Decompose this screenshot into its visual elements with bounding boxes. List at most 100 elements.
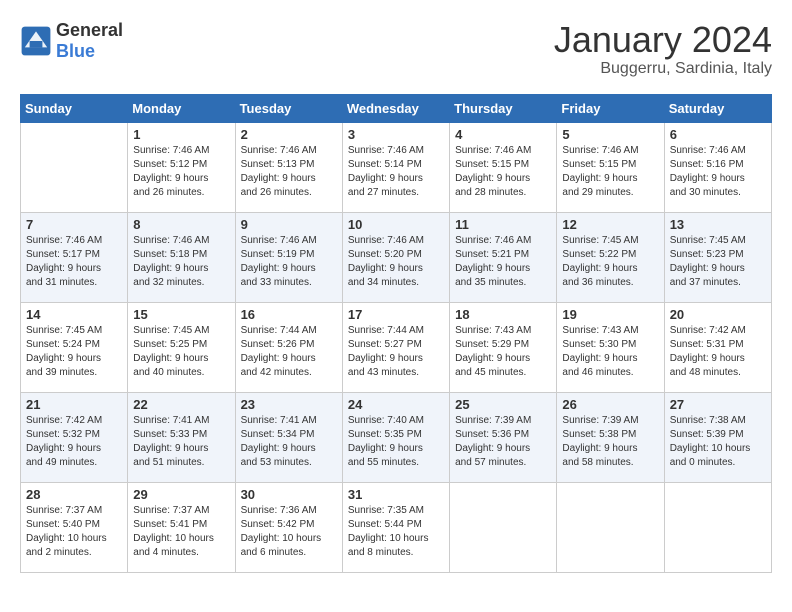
calendar-week-row: 21Sunrise: 7:42 AM Sunset: 5:32 PM Dayli… xyxy=(21,392,772,482)
day-info: Sunrise: 7:39 AM Sunset: 5:38 PM Dayligh… xyxy=(562,414,658,470)
day-info: Sunrise: 7:45 AM Sunset: 5:23 PM Dayligh… xyxy=(670,234,766,290)
day-info: Sunrise: 7:45 AM Sunset: 5:25 PM Dayligh… xyxy=(133,324,229,380)
calendar-cell xyxy=(664,482,771,572)
calendar-cell: 21Sunrise: 7:42 AM Sunset: 5:32 PM Dayli… xyxy=(21,392,128,482)
day-number: 11 xyxy=(455,217,551,232)
logo: General Blue xyxy=(20,20,123,62)
calendar-cell: 13Sunrise: 7:45 AM Sunset: 5:23 PM Dayli… xyxy=(664,212,771,302)
day-number: 6 xyxy=(670,127,766,142)
calendar-cell: 24Sunrise: 7:40 AM Sunset: 5:35 PM Dayli… xyxy=(342,392,449,482)
calendar-title: January 2024 xyxy=(554,20,772,60)
weekday-header-row: SundayMondayTuesdayWednesdayThursdayFrid… xyxy=(21,94,772,122)
day-info: Sunrise: 7:46 AM Sunset: 5:14 PM Dayligh… xyxy=(348,144,444,200)
calendar-cell xyxy=(450,482,557,572)
day-number: 18 xyxy=(455,307,551,322)
day-info: Sunrise: 7:46 AM Sunset: 5:15 PM Dayligh… xyxy=(562,144,658,200)
day-number: 17 xyxy=(348,307,444,322)
calendar-week-row: 28Sunrise: 7:37 AM Sunset: 5:40 PM Dayli… xyxy=(21,482,772,572)
calendar-cell: 30 Sunrise: 7:36 AM Sunset: 5:42 PM Dayli… xyxy=(235,482,342,572)
calendar-cell: 28Sunrise: 7:37 AM Sunset: 5:40 PM Dayli… xyxy=(21,482,128,572)
calendar-cell xyxy=(557,482,664,572)
calendar-cell: 12 Sunrise: 7:45 AM Sunset: 5:22 PM Dayli… xyxy=(557,212,664,302)
calendar-cell: 10 Sunrise: 7:46 AM Sunset: 5:20 PM Dayli… xyxy=(342,212,449,302)
day-number: 27 xyxy=(670,397,766,412)
calendar-cell: 14 Sunrise: 7:45 AM Sunset: 5:24 PM Dayli… xyxy=(21,302,128,392)
day-number: 3 xyxy=(348,127,444,142)
day-info: Sunrise: 7:46 AM Sunset: 5:16 PM Dayligh… xyxy=(670,144,766,200)
day-number: 31 xyxy=(348,487,444,502)
day-info: Sunrise: 7:38 AM Sunset: 5:39 PM Dayligh… xyxy=(670,414,766,470)
day-number: 20 xyxy=(670,307,766,322)
weekday-header-monday: Monday xyxy=(128,94,235,122)
logo-general: General xyxy=(56,20,123,40)
calendar-table: SundayMondayTuesdayWednesdayThursdayFrid… xyxy=(20,94,772,573)
day-number: 30 xyxy=(241,487,337,502)
day-info: Sunrise: 7:43 AM Sunset: 5:29 PM Dayligh… xyxy=(455,324,551,380)
calendar-cell: 8Sunrise: 7:46 AM Sunset: 5:18 PM Daylig… xyxy=(128,212,235,302)
day-number: 1 xyxy=(133,127,229,142)
day-number: 23 xyxy=(241,397,337,412)
calendar-cell: 4Sunrise: 7:46 AM Sunset: 5:15 PM Daylig… xyxy=(450,122,557,212)
day-number: 5 xyxy=(562,127,658,142)
day-info: Sunrise: 7:45 AM Sunset: 5:22 PM Dayligh… xyxy=(562,234,658,290)
calendar-cell: 29Sunrise: 7:37 AM Sunset: 5:41 PM Dayli… xyxy=(128,482,235,572)
day-number: 7 xyxy=(26,217,122,232)
day-number: 22 xyxy=(133,397,229,412)
day-number: 12 xyxy=(562,217,658,232)
calendar-week-row: 14 Sunrise: 7:45 AM Sunset: 5:24 PM Dayli… xyxy=(21,302,772,392)
day-number: 16 xyxy=(241,307,337,322)
calendar-cell: 18 Sunrise: 7:43 AM Sunset: 5:29 PM Dayli… xyxy=(450,302,557,392)
day-info: Sunrise: 7:44 AM Sunset: 5:27 PM Dayligh… xyxy=(348,324,444,380)
calendar-cell: 2 Sunrise: 7:46 AM Sunset: 5:13 PM Daylig… xyxy=(235,122,342,212)
day-info: Sunrise: 7:42 AM Sunset: 5:32 PM Dayligh… xyxy=(26,414,122,470)
weekday-header-thursday: Thursday xyxy=(450,94,557,122)
page-header: General Blue January 2024 Buggerru, Sard… xyxy=(20,20,772,78)
calendar-cell: 25Sunrise: 7:39 AM Sunset: 5:36 PM Dayli… xyxy=(450,392,557,482)
weekday-header-friday: Friday xyxy=(557,94,664,122)
day-number: 14 xyxy=(26,307,122,322)
calendar-cell: 23Sunrise: 7:41 AM Sunset: 5:34 PM Dayli… xyxy=(235,392,342,482)
weekday-header-sunday: Sunday xyxy=(21,94,128,122)
calendar-cell: 17 Sunrise: 7:44 AM Sunset: 5:27 PM Dayli… xyxy=(342,302,449,392)
day-number: 4 xyxy=(455,127,551,142)
day-number: 9 xyxy=(241,217,337,232)
day-info: Sunrise: 7:35 AM Sunset: 5:44 PM Dayligh… xyxy=(348,504,444,560)
calendar-cell: 31 Sunrise: 7:35 AM Sunset: 5:44 PM Dayli… xyxy=(342,482,449,572)
day-info: Sunrise: 7:40 AM Sunset: 5:35 PM Dayligh… xyxy=(348,414,444,470)
title-block: January 2024 Buggerru, Sardinia, Italy xyxy=(554,20,772,78)
weekday-header-saturday: Saturday xyxy=(664,94,771,122)
day-info: Sunrise: 7:39 AM Sunset: 5:36 PM Dayligh… xyxy=(455,414,551,470)
calendar-cell: 15 Sunrise: 7:45 AM Sunset: 5:25 PM Dayli… xyxy=(128,302,235,392)
calendar-cell: 7 Sunrise: 7:46 AM Sunset: 5:17 PM Daylig… xyxy=(21,212,128,302)
calendar-cell xyxy=(21,122,128,212)
calendar-week-row: 7 Sunrise: 7:46 AM Sunset: 5:17 PM Daylig… xyxy=(21,212,772,302)
day-info: Sunrise: 7:44 AM Sunset: 5:26 PM Dayligh… xyxy=(241,324,337,380)
day-info: Sunrise: 7:46 AM Sunset: 5:12 PM Dayligh… xyxy=(133,144,229,200)
day-info: Sunrise: 7:46 AM Sunset: 5:19 PM Dayligh… xyxy=(241,234,337,290)
weekday-header-wednesday: Wednesday xyxy=(342,94,449,122)
day-info: Sunrise: 7:46 AM Sunset: 5:13 PM Dayligh… xyxy=(241,144,337,200)
calendar-cell: 16 Sunrise: 7:44 AM Sunset: 5:26 PM Dayli… xyxy=(235,302,342,392)
day-number: 19 xyxy=(562,307,658,322)
day-info: Sunrise: 7:46 AM Sunset: 5:20 PM Dayligh… xyxy=(348,234,444,290)
calendar-cell: 1 Sunrise: 7:46 AM Sunset: 5:12 PM Daylig… xyxy=(128,122,235,212)
calendar-cell: 27 Sunrise: 7:38 AM Sunset: 5:39 PM Dayli… xyxy=(664,392,771,482)
weekday-header-tuesday: Tuesday xyxy=(235,94,342,122)
day-info: Sunrise: 7:46 AM Sunset: 5:17 PM Dayligh… xyxy=(26,234,122,290)
day-number: 15 xyxy=(133,307,229,322)
day-number: 2 xyxy=(241,127,337,142)
day-info: Sunrise: 7:46 AM Sunset: 5:18 PM Dayligh… xyxy=(133,234,229,290)
day-number: 28 xyxy=(26,487,122,502)
calendar-cell: 26 Sunrise: 7:39 AM Sunset: 5:38 PM Dayli… xyxy=(557,392,664,482)
day-info: Sunrise: 7:36 AM Sunset: 5:42 PM Dayligh… xyxy=(241,504,337,560)
day-info: Sunrise: 7:46 AM Sunset: 5:21 PM Dayligh… xyxy=(455,234,551,290)
day-info: Sunrise: 7:45 AM Sunset: 5:24 PM Dayligh… xyxy=(26,324,122,380)
day-info: Sunrise: 7:41 AM Sunset: 5:33 PM Dayligh… xyxy=(133,414,229,470)
calendar-cell: 3 Sunrise: 7:46 AM Sunset: 5:14 PM Daylig… xyxy=(342,122,449,212)
day-number: 10 xyxy=(348,217,444,232)
calendar-cell: 11 Sunrise: 7:46 AM Sunset: 5:21 PM Dayli… xyxy=(450,212,557,302)
calendar-cell: 9 Sunrise: 7:46 AM Sunset: 5:19 PM Daylig… xyxy=(235,212,342,302)
calendar-cell: 6 Sunrise: 7:46 AM Sunset: 5:16 PM Daylig… xyxy=(664,122,771,212)
day-number: 26 xyxy=(562,397,658,412)
day-info: Sunrise: 7:37 AM Sunset: 5:41 PM Dayligh… xyxy=(133,504,229,560)
